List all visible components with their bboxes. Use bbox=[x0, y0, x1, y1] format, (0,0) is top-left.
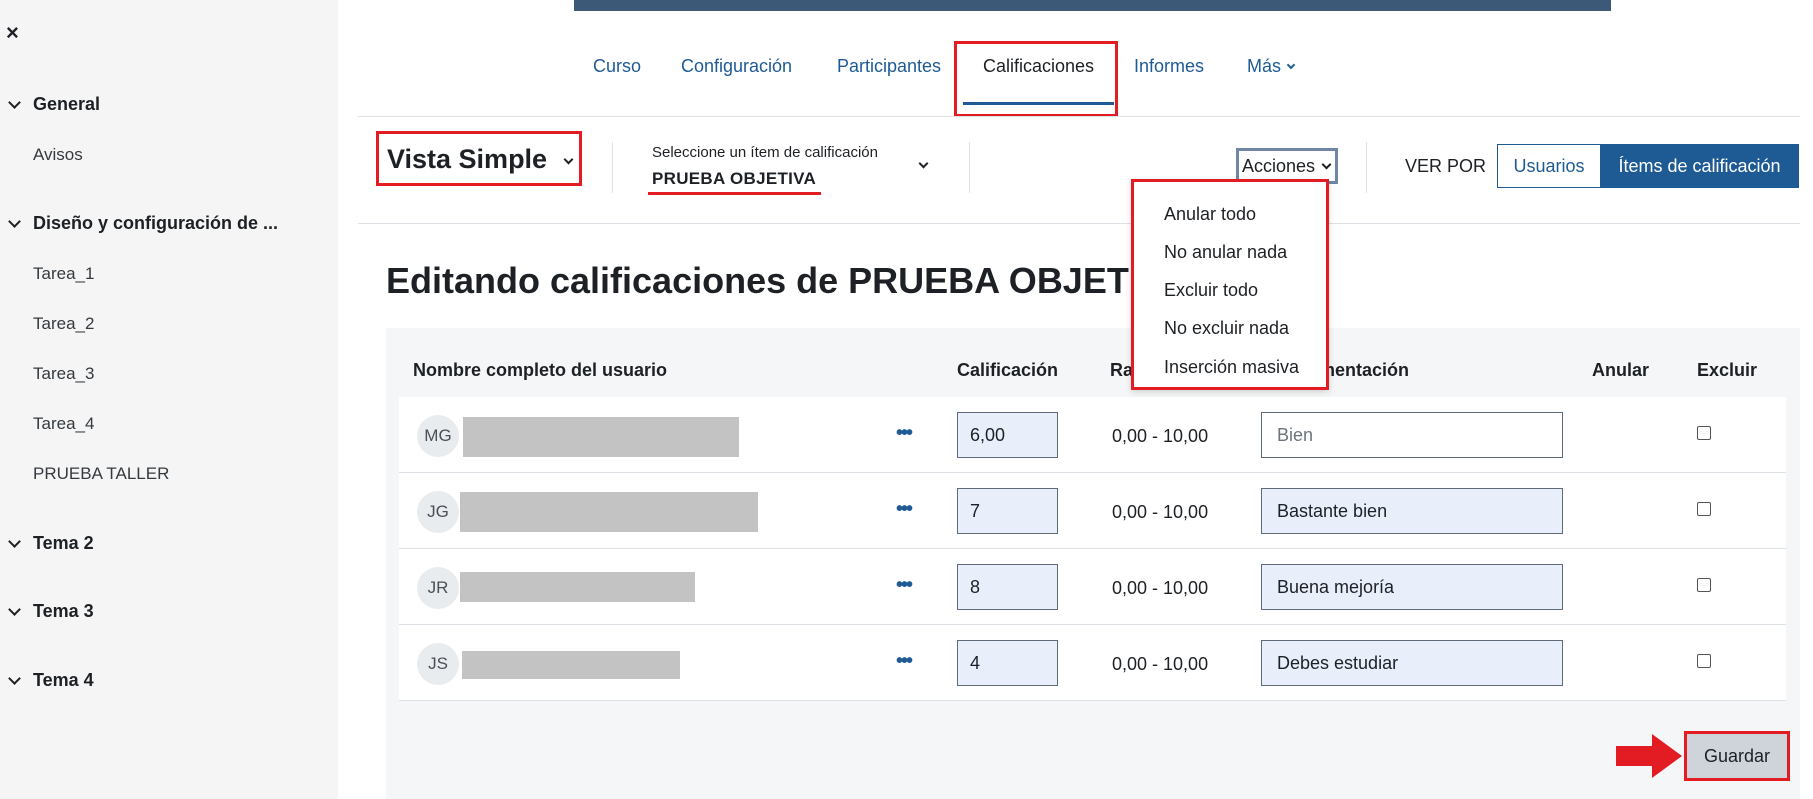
feedback-input[interactable]: Bastante bien bbox=[1261, 488, 1563, 534]
redacted-user-name bbox=[463, 417, 739, 457]
highlight-calificaciones bbox=[954, 41, 1118, 117]
menu-item-no-excluir-nada[interactable]: No excluir nada bbox=[1164, 318, 1289, 339]
more-actions-icon[interactable]: ••• bbox=[896, 574, 913, 597]
menu-item-no-anular-nada[interactable]: No anular nada bbox=[1164, 242, 1287, 263]
exclude-checkbox[interactable] bbox=[1697, 654, 1711, 668]
red-arrow-icon bbox=[1616, 734, 1682, 778]
grade-range: 0,00 - 10,00 bbox=[1112, 502, 1209, 522]
redacted-user-name bbox=[462, 651, 680, 679]
redacted-user-name bbox=[460, 572, 695, 602]
grade-range: 0,00 - 10,00 bbox=[1112, 654, 1209, 674]
section-title: Tema 4 bbox=[33, 670, 94, 690]
page-title: Editando calificaciones de PRUEBA OBJETI bbox=[386, 260, 1139, 301]
close-drawer-icon[interactable]: × bbox=[6, 22, 19, 44]
grade-range: 0,00 - 10,00 bbox=[1112, 426, 1209, 446]
divider bbox=[1366, 142, 1367, 193]
avatar[interactable]: JS bbox=[417, 643, 459, 685]
nav-divider bbox=[358, 116, 1800, 117]
column-header-grade: Calificación bbox=[957, 360, 1059, 380]
save-button[interactable]: Guardar bbox=[1684, 731, 1790, 781]
actions-label: Acciones bbox=[1242, 155, 1316, 176]
column-header-range: Ra bbox=[1110, 360, 1134, 380]
menu-item-excluir-todo[interactable]: Excluir todo bbox=[1164, 280, 1258, 301]
more-actions-icon[interactable]: ••• bbox=[896, 422, 913, 445]
sidebar-item-prueba-taller[interactable]: PRUEBA TALLER bbox=[33, 464, 169, 484]
chevron-down-icon[interactable] bbox=[8, 95, 21, 109]
grade-input[interactable]: 4 bbox=[957, 640, 1058, 686]
tab-participantes[interactable]: Participantes bbox=[837, 56, 941, 77]
view-selector[interactable]: Vista Simple bbox=[387, 144, 574, 175]
grade-range: 0,00 - 10,00 bbox=[1112, 578, 1209, 598]
view-selector-label: Vista Simple bbox=[387, 144, 548, 174]
section-tema-3[interactable]: Tema 3 bbox=[8, 601, 94, 622]
menu-item-anular-todo[interactable]: Anular todo bbox=[1164, 204, 1256, 225]
redacted-user-name bbox=[460, 492, 758, 532]
feedback-input[interactable]: Buena mejoría bbox=[1261, 564, 1563, 610]
exclude-checkbox[interactable] bbox=[1697, 426, 1711, 440]
chevron-down-icon[interactable] bbox=[918, 158, 929, 169]
view-by-grade-items-button[interactable]: Ítems de calificación bbox=[1600, 144, 1799, 188]
view-by-users-button[interactable]: Usuarios bbox=[1497, 144, 1601, 188]
section-general[interactable]: General bbox=[8, 94, 100, 115]
chevron-down-icon bbox=[1286, 60, 1296, 70]
chevron-down-icon bbox=[563, 154, 574, 165]
section-title: Tema 2 bbox=[33, 533, 94, 553]
divider bbox=[612, 142, 613, 193]
chevron-down-icon[interactable] bbox=[8, 602, 21, 616]
grade-input[interactable]: 6,00 bbox=[957, 412, 1058, 458]
section-title: Tema 3 bbox=[33, 601, 94, 621]
tab-informes[interactable]: Informes bbox=[1134, 56, 1204, 77]
chevron-down-icon[interactable] bbox=[8, 671, 21, 685]
sidebar-item-tarea-4[interactable]: Tarea_4 bbox=[33, 414, 94, 434]
highlight-grade-item bbox=[648, 192, 821, 195]
tab-mas-label: Más bbox=[1247, 56, 1282, 76]
sidebar-item-avisos[interactable]: Avisos bbox=[33, 145, 83, 165]
grade-input[interactable]: 8 bbox=[957, 564, 1058, 610]
chevron-down-icon[interactable] bbox=[8, 214, 21, 228]
column-header-exclude: Excluir bbox=[1697, 360, 1758, 380]
actions-menu: Anular todo No anular nada Excluir todo … bbox=[1131, 179, 1329, 390]
chevron-down-icon[interactable] bbox=[8, 534, 21, 548]
more-actions-icon[interactable]: ••• bbox=[896, 498, 913, 521]
exclude-checkbox[interactable] bbox=[1697, 502, 1711, 516]
section-tema-4[interactable]: Tema 4 bbox=[8, 670, 94, 691]
sidebar-item-tarea-2[interactable]: Tarea_2 bbox=[33, 314, 94, 334]
feedback-input[interactable]: Bien bbox=[1261, 412, 1563, 458]
grade-item-selector[interactable]: PRUEBA OBJETIVA bbox=[652, 169, 816, 189]
sidebar-item-tarea-3[interactable]: Tarea_3 bbox=[33, 364, 94, 384]
section-tema-2[interactable]: Tema 2 bbox=[8, 533, 94, 554]
column-header-feedback: mentación bbox=[1319, 360, 1410, 380]
tab-mas[interactable]: Más bbox=[1247, 56, 1296, 77]
tab-configuracion[interactable]: Configuración bbox=[681, 56, 792, 77]
avatar[interactable]: JG bbox=[417, 491, 459, 533]
grade-item-selector-label: Seleccione un ítem de calificación bbox=[652, 144, 878, 161]
section-title: General bbox=[33, 94, 101, 114]
column-header-override: Anular bbox=[1592, 360, 1650, 380]
avatar[interactable]: JR bbox=[417, 567, 459, 609]
toolbar-divider bbox=[358, 223, 1800, 224]
column-header-name[interactable]: Nombre completo del usuario bbox=[413, 360, 667, 381]
sidebar-item-tarea-1[interactable]: Tarea_1 bbox=[33, 264, 94, 284]
chevron-down-icon bbox=[1321, 159, 1332, 169]
tab-curso[interactable]: Curso bbox=[593, 56, 641, 77]
section-diseno[interactable]: Diseño y configuración de ... bbox=[8, 213, 278, 234]
more-actions-icon[interactable]: ••• bbox=[896, 650, 913, 673]
course-header-image bbox=[574, 0, 1611, 11]
menu-item-insercion-masiva[interactable]: Inserción masiva bbox=[1164, 357, 1299, 378]
divider bbox=[969, 142, 970, 193]
exclude-checkbox[interactable] bbox=[1697, 578, 1711, 592]
grade-input[interactable]: 7 bbox=[957, 488, 1058, 534]
section-title: Diseño y configuración de ... bbox=[33, 213, 279, 233]
course-index-drawer: × General Avisos Diseño y configuración … bbox=[0, 0, 338, 799]
avatar[interactable]: MG bbox=[417, 415, 459, 457]
feedback-input[interactable]: Debes estudiar bbox=[1261, 640, 1563, 686]
view-by-label: VER POR bbox=[1405, 156, 1487, 176]
